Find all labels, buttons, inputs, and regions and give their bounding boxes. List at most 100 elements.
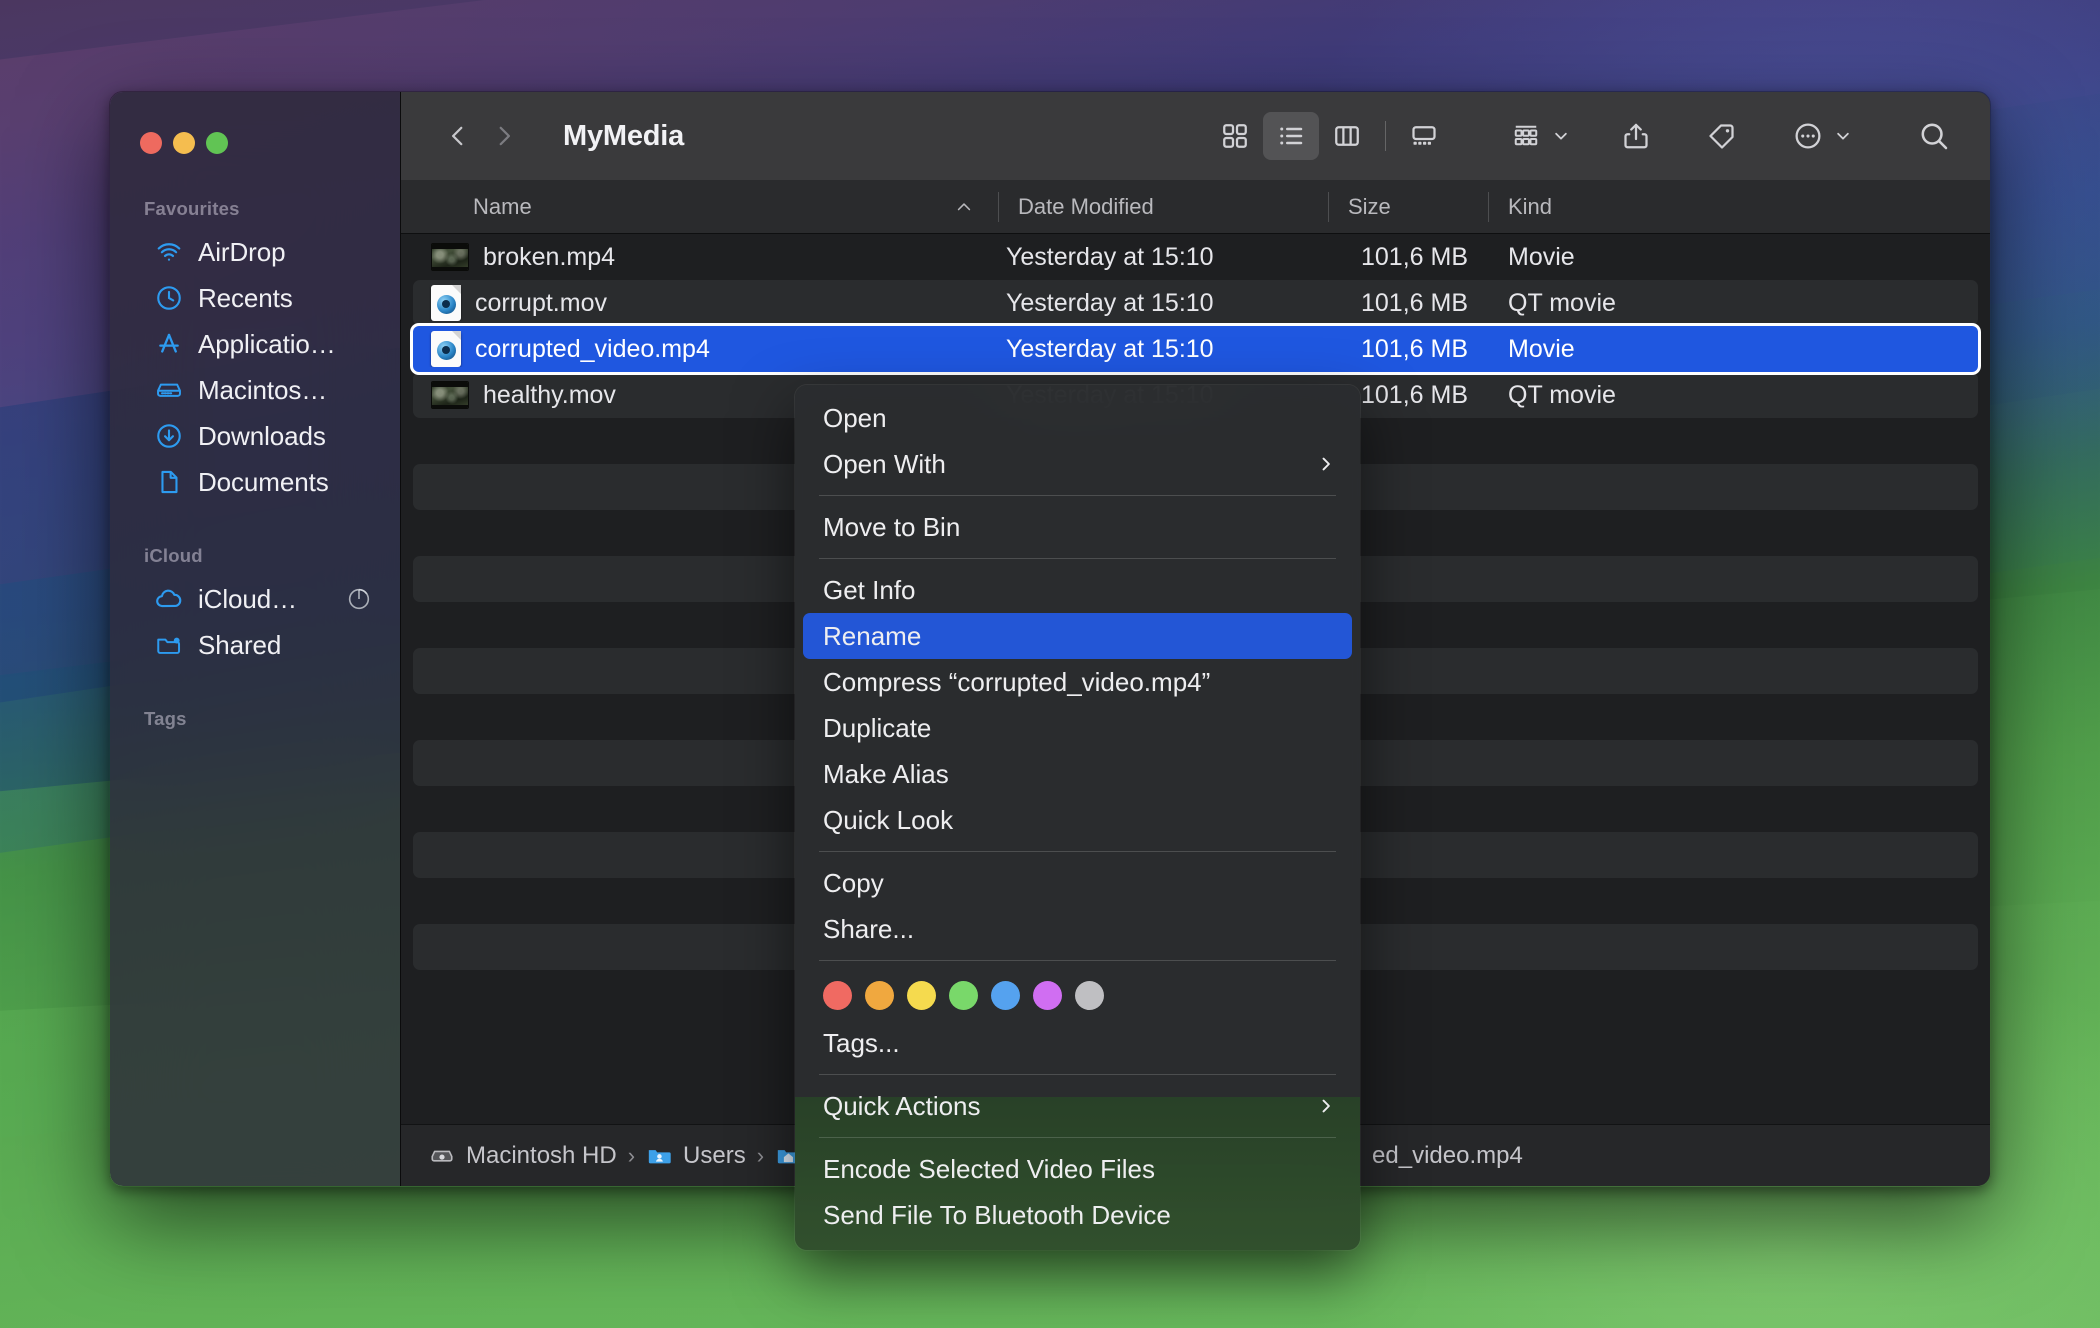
menu-item-open-with[interactable]: Open With [795,441,1360,487]
menu-item-encode-selected-video-files[interactable]: Encode Selected Video Files [795,1146,1360,1192]
sidebar-item-label: Macintos… [198,374,328,405]
file-date: Yesterday at 15:10 [1006,334,1214,363]
column-header-name[interactable]: Name [401,180,998,233]
table-row[interactable]: corrupt.mov Yesterday at 15:10 101,6 MB … [413,280,1978,326]
share-icon[interactable] [1608,112,1664,160]
sidebar-item-downloads[interactable]: Downloads [122,413,388,459]
icon-view-icon[interactable] [1207,112,1263,160]
video-thumbnail-icon [431,243,469,271]
file-size: 101,6 MB [1360,288,1468,317]
tag-color-grey[interactable] [1075,981,1104,1010]
tag-color-green[interactable] [949,981,978,1010]
file-kind: Movie [1508,242,1575,271]
file-name: corrupted_video.mp4 [475,334,710,363]
close-button[interactable] [140,132,162,154]
menu-item-make-alias[interactable]: Make Alias [795,751,1360,797]
menu-separator [819,851,1336,852]
more-icon[interactable] [1780,112,1836,160]
chevron-down-icon[interactable] [1832,112,1854,160]
column-view-icon[interactable] [1319,112,1375,160]
sidebar-section-icloud-title: iCloud [144,545,203,566]
sidebar-item-recents[interactable]: Recents [122,275,388,321]
minimize-button[interactable] [173,132,195,154]
sidebar-item-applications[interactable]: Applicatio… [122,321,388,367]
chevron-right-icon [1316,1096,1336,1116]
tag-color-purple[interactable] [1033,981,1062,1010]
column-header-kind[interactable]: Kind [1488,180,1990,233]
file-name-cell: broken.mp4 [413,243,998,272]
menu-item-get-info[interactable]: Get Info [795,567,1360,613]
sidebar-item-airdrop[interactable]: AirDrop [122,229,388,275]
tag-color-orange[interactable] [865,981,894,1010]
file-size: 101,6 MB [1360,242,1468,271]
menu-item-duplicate[interactable]: Duplicate [795,705,1360,751]
breadcrumb-label: Users [683,1141,746,1169]
clock-icon [154,283,184,313]
file-date: Yesterday at 15:10 [1006,242,1214,271]
menu-item-compress[interactable]: Compress “corrupted_video.mp4” [795,659,1360,705]
search-icon[interactable] [1906,112,1962,160]
sort-ascending-icon [954,197,974,217]
applications-icon [154,329,184,359]
menu-item-send-file-to-bluetooth-device[interactable]: Send File To Bluetooth Device [795,1192,1360,1238]
tag-icon[interactable] [1694,112,1750,160]
back-button[interactable] [435,113,481,159]
menu-item-quick-look[interactable]: Quick Look [795,797,1360,843]
page-title: MyMedia [563,119,685,152]
toolbar: MyMedia [401,92,1990,180]
sync-progress-icon [346,586,372,612]
column-header-label: Name [473,193,532,219]
menu-separator [819,960,1336,961]
table-row[interactable]: broken.mp4 Yesterday at 15:10 101,6 MB M… [413,234,1978,280]
sidebar-item-icloud-drive[interactable]: iCloud… [122,576,388,622]
airdrop-icon [154,237,184,267]
file-name-cell: corrupt.mov [413,285,998,321]
zoom-button[interactable] [206,132,228,154]
sidebar: Favourites AirDrop Recents Applicatio… M… [110,92,400,1186]
window-controls [110,116,400,172]
sidebar-item-documents[interactable]: Documents [122,459,388,505]
table-row-selected[interactable]: corrupted_video.mp4 Yesterday at 15:10 1… [413,326,1978,372]
menu-item-share[interactable]: Share... [795,906,1360,952]
column-header-size[interactable]: Size [1328,180,1488,233]
breadcrumb-tail-label: ed_video.mp4 [1372,1141,1523,1169]
menu-item-move-to-bin[interactable]: Move to Bin [795,504,1360,550]
sidebar-section-favourites-title: Favourites [144,198,240,219]
menu-item-tags[interactable]: Tags... [795,1020,1360,1066]
sidebar-item-label: Shared [198,629,282,660]
list-view-icon[interactable] [1263,112,1319,160]
sidebar-item-label: AirDrop [198,236,286,267]
column-divider [1328,192,1329,222]
breadcrumb-separator: › [756,1142,765,1168]
tag-color-yellow[interactable] [907,981,936,1010]
tag-color-blue[interactable] [991,981,1020,1010]
toolbar-actions [1498,112,1962,160]
harddisk-icon [429,1142,456,1169]
sidebar-section-tags-title: Tags [144,708,187,729]
menu-item-copy[interactable]: Copy [795,860,1360,906]
group-by-icon[interactable] [1498,112,1554,160]
menu-item-rename[interactable]: Rename [803,613,1352,659]
file-name: corrupt.mov [475,288,607,317]
gallery-view-icon[interactable] [1396,112,1452,160]
sidebar-item-macintosh-hd[interactable]: Macintos… [122,367,388,413]
breadcrumb-item-macintosh-hd[interactable]: Macintosh HD [429,1142,617,1170]
forward-button[interactable] [481,113,527,159]
harddisk-icon [154,375,184,405]
column-header-row: Name Date Modified Size Kind [401,180,1990,234]
column-header-label: Date Modified [1018,193,1154,219]
menu-item-open[interactable]: Open [795,395,1360,441]
sidebar-item-label: Applicatio… [198,328,336,359]
menu-separator [819,1137,1336,1138]
view-switcher [1207,112,1452,160]
breadcrumb-item-users[interactable]: Users [646,1142,746,1170]
cloud-icon [154,584,184,614]
context-menu: Open Open With Move to Bin Get Info Rena… [795,385,1360,1250]
chevron-down-icon[interactable] [1550,112,1572,160]
tag-color-red[interactable] [823,981,852,1010]
sidebar-item-shared[interactable]: Shared [122,622,388,668]
file-name: healthy.mov [483,380,616,409]
quicktime-document-icon [431,331,461,367]
menu-item-quick-actions[interactable]: Quick Actions [795,1083,1360,1129]
column-header-date-modified[interactable]: Date Modified [998,180,1328,233]
